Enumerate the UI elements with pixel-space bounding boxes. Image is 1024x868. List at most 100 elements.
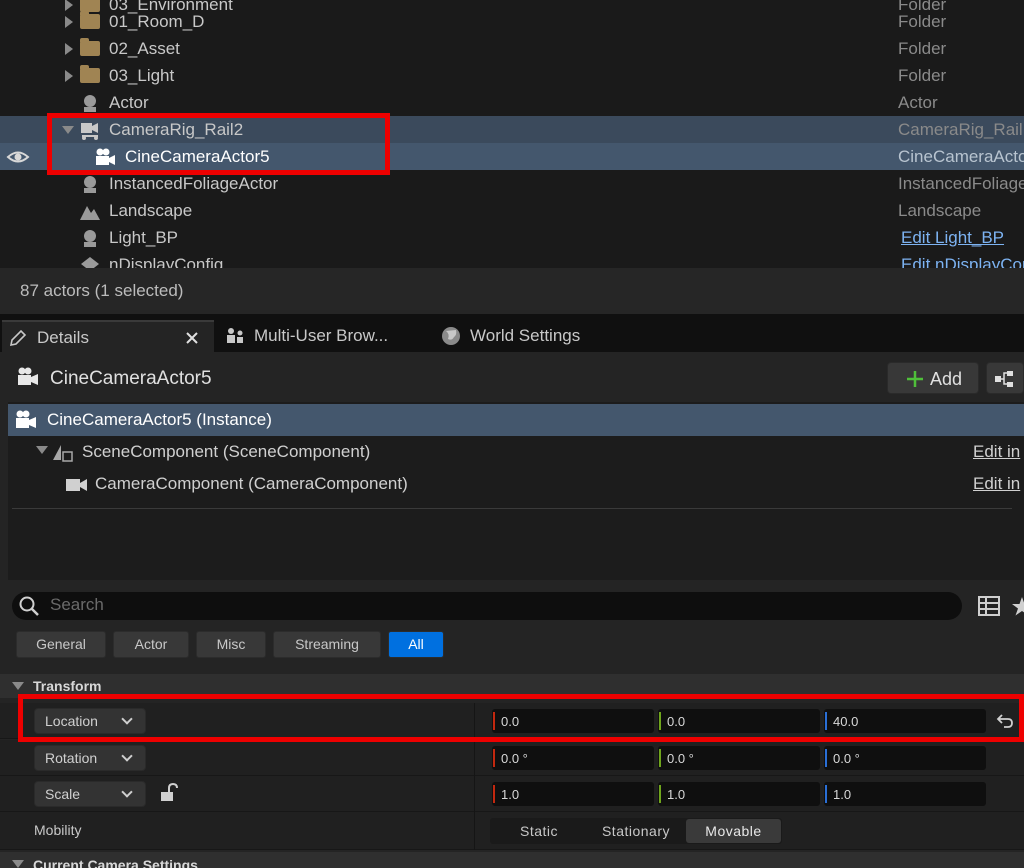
collapse-arrow-icon[interactable]: [36, 446, 48, 454]
component-row[interactable]: CameraComponent (CameraComponent) Edit i…: [8, 468, 1024, 500]
rotation-y-field[interactable]: 0.0 °: [658, 746, 820, 770]
tab-label: Multi-User Brow...: [254, 326, 389, 345]
globe-icon: [442, 327, 460, 345]
scale-property-row: Scale 1.0 1.0 1.0: [0, 776, 1024, 812]
pencil-icon: [9, 329, 27, 347]
scene-component-icon: [53, 445, 73, 462]
divider: [12, 508, 1012, 509]
outliner-row[interactable]: 03_Light Folder: [0, 62, 1024, 89]
star-icon[interactable]: [1012, 596, 1024, 616]
outliner-row[interactable]: 01_Room_D Folder: [0, 8, 1024, 35]
rotation-z-field[interactable]: 0.0 °: [824, 746, 986, 770]
chevron-down-icon: [121, 786, 133, 798]
component-label: CameraComponent (CameraComponent): [95, 474, 408, 493]
edit-blueprint-link[interactable]: Edit nDisplayConfig: [901, 255, 1024, 268]
component-row[interactable]: SceneComponent (SceneComponent) Edit in: [8, 436, 1024, 468]
filter-misc-button[interactable]: Misc: [196, 631, 266, 658]
add-component-button[interactable]: Add: [887, 362, 979, 394]
mobility-property-row: Mobility Static Stationary Movable: [0, 812, 1024, 850]
rotation-x-field[interactable]: 0.0 °: [492, 746, 654, 770]
property-label: Mobility: [34, 822, 82, 838]
scale-dropdown[interactable]: Scale: [34, 781, 146, 807]
actor-icon: [84, 176, 96, 193]
plus-icon: [907, 371, 923, 387]
panel-tab-bar: Details Multi-User Brow... World Setting…: [0, 314, 1024, 352]
tab-label: Details: [37, 328, 89, 347]
scale-y-field[interactable]: 1.0: [658, 782, 820, 806]
outliner-row[interactable]: Light_BP Edit Light_BP: [0, 224, 1024, 251]
tab-label: World Settings: [470, 326, 581, 345]
highlight-box: [18, 694, 1024, 742]
outliner-item-type: CameraRig_Rail: [898, 120, 1023, 139]
outliner-row[interactable]: 02_Asset Folder: [0, 35, 1024, 62]
section-title: Transform: [33, 678, 102, 694]
expand-arrow-icon[interactable]: [65, 43, 73, 55]
edit-blueprint-link[interactable]: Edit Light_BP: [901, 228, 1004, 248]
outliner-item-type: InstancedFoliageActor: [898, 174, 1024, 193]
tab-multi-user-browser[interactable]: Multi-User Brow...: [216, 320, 426, 352]
highlight-box: [47, 113, 390, 175]
landscape-icon: [80, 206, 100, 220]
blueprint-actor-icon: [84, 230, 96, 247]
filter-all-button[interactable]: All: [388, 631, 444, 658]
mobility-segmented-control: Static Stationary Movable: [490, 818, 782, 844]
cine-camera-icon: [18, 367, 38, 385]
outliner-item-type: Folder: [898, 12, 947, 31]
add-button-label: Add: [930, 369, 963, 389]
outliner-item-name: InstancedFoliageActor: [109, 174, 279, 193]
eye-icon[interactable]: [6, 146, 30, 168]
chevron-down-icon: [121, 750, 133, 762]
camera-component-icon: [66, 479, 87, 491]
outliner-item-name: 02_Asset: [109, 39, 180, 58]
filter-streaming-button[interactable]: Streaming: [273, 631, 381, 658]
property-label: Scale: [45, 786, 81, 802]
rotation-property-row: Rotation 0.0 ° 0.0 ° 0.0 °: [0, 740, 1024, 776]
table-view-icon[interactable]: [978, 596, 1000, 616]
outliner-item-name: nDisplayConfig: [109, 255, 224, 268]
users-icon: [227, 328, 243, 343]
blueprint-options-button[interactable]: [986, 362, 1024, 394]
camera-settings-section-header[interactable]: Current Camera Settings: [0, 852, 1024, 868]
collapse-arrow-icon[interactable]: [12, 682, 24, 690]
column-divider: [474, 776, 475, 812]
component-tree: CineCameraActor5 (Instance) SceneCompone…: [8, 402, 1024, 580]
details-search-input[interactable]: Search: [12, 592, 962, 620]
section-title: Current Camera Settings: [33, 857, 198, 868]
filter-actor-button[interactable]: Actor: [113, 631, 189, 658]
collapse-arrow-icon[interactable]: [12, 860, 24, 868]
outliner-item-type: Folder: [898, 66, 947, 85]
selected-actor-name: CineCameraActor5: [50, 368, 212, 389]
filter-general-button[interactable]: General: [16, 631, 106, 658]
edit-in-link[interactable]: Edit in: [973, 474, 1020, 494]
tab-world-settings[interactable]: World Settings: [432, 320, 622, 352]
expand-arrow-icon[interactable]: [65, 16, 73, 28]
details-panel: CineCameraActor5 Add CineCameraActor5 (I…: [0, 352, 1024, 868]
outliner-item-type: Landscape: [898, 201, 982, 220]
mobility-stationary-option[interactable]: Stationary: [588, 819, 684, 843]
column-divider: [474, 812, 475, 850]
outliner-item-type: Folder: [898, 39, 947, 58]
component-label: SceneComponent (SceneComponent): [82, 442, 371, 461]
column-divider: [474, 740, 475, 776]
outliner-row[interactable]: Landscape Landscape: [0, 197, 1024, 224]
mobility-static-option[interactable]: Static: [490, 819, 588, 843]
outliner-item-type: CineCameraActor: [898, 147, 1024, 166]
outliner-item-name: 03_Light: [109, 66, 175, 85]
expand-arrow-icon[interactable]: [65, 70, 73, 82]
outliner-item-name: 01_Room_D: [109, 12, 205, 31]
edit-in-link[interactable]: Edit in: [973, 442, 1020, 462]
rotation-dropdown[interactable]: Rotation: [34, 745, 146, 771]
scale-x-field[interactable]: 1.0: [492, 782, 654, 806]
component-row-selected[interactable]: CineCameraActor5 (Instance): [8, 404, 1024, 436]
unlock-icon[interactable]: [158, 783, 178, 803]
mobility-movable-option[interactable]: Movable: [686, 819, 781, 843]
outliner-row[interactable]: Actor Actor: [0, 89, 1024, 116]
outliner-row[interactable]: nDisplayConfig Edit nDisplayConfig: [0, 251, 1024, 268]
ndisplay-icon: [81, 257, 99, 268]
property-label: Rotation: [45, 750, 98, 766]
tab-details[interactable]: Details: [2, 320, 214, 352]
actor-count-status: 87 actors (1 selected): [20, 281, 184, 300]
folder-icon: [80, 11, 100, 29]
close-icon[interactable]: [186, 332, 198, 344]
scale-z-field[interactable]: 1.0: [824, 782, 986, 806]
